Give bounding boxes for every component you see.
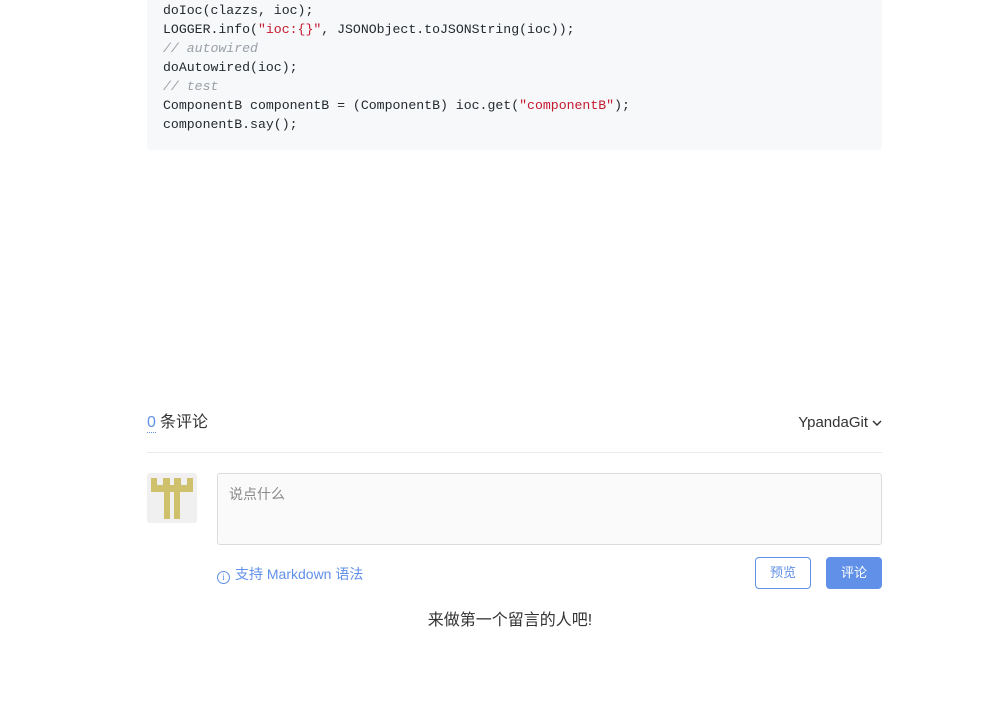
code-line: doAutowired(ioc); — [163, 58, 298, 77]
chevron-down-icon — [872, 420, 882, 426]
code-string: "componentB" — [519, 98, 615, 113]
preview-button[interactable]: 预览 — [755, 557, 811, 589]
code-block: doIoc(clazzs, ioc); LOGGER.info("ioc:{}",… — [147, 0, 882, 150]
comment-count[interactable]: 0 — [147, 414, 156, 433]
code-string: "ioc:{}" — [257, 22, 322, 37]
comments-header: 0 条评论 YpandaGit — [147, 408, 882, 453]
info-icon: i — [217, 571, 230, 584]
code-token: LOGGER.info( — [163, 22, 258, 37]
code-token: doAutowired(ioc); — [163, 60, 298, 75]
code-line: doIoc(clazzs, ioc); — [163, 1, 313, 20]
code-token: ); — [614, 98, 630, 113]
user-name: YpandaGit — [798, 414, 868, 431]
code-comment: // test — [163, 79, 219, 94]
code-line: LOGGER.info("ioc:{}", JSONObject.toJSONS… — [163, 20, 575, 39]
code-token: doIoc(clazzs, ioc); — [163, 3, 314, 18]
comment-count-label: 条评论 — [160, 414, 209, 431]
empty-comments-message: 来做第一个留言的人吧! — [427, 612, 593, 629]
markdown-help-link[interactable]: i 支持 Markdown 语法 — [217, 565, 363, 584]
avatar[interactable] — [147, 473, 197, 523]
code-line: componentB.say(); — [163, 115, 298, 134]
markdown-tip-label: 支持 Markdown 语法 — [235, 566, 364, 582]
submit-comment-button[interactable]: 评论 — [826, 557, 882, 589]
code-line: // test — [163, 77, 218, 96]
user-menu[interactable]: YpandaGit — [798, 414, 882, 432]
identicon-avatar — [151, 478, 193, 519]
code-comment: // autowired — [163, 41, 258, 56]
comment-input[interactable] — [217, 473, 882, 545]
code-token: componentB.say(); — [163, 117, 298, 132]
code-token: ComponentB componentB = (ComponentB) ioc… — [163, 98, 520, 113]
code-token: , JSONObject.toJSONString(ioc)); — [321, 22, 575, 37]
code-line: // autowired — [163, 39, 258, 58]
code-line: ComponentB componentB = (ComponentB) ioc… — [163, 96, 630, 115]
